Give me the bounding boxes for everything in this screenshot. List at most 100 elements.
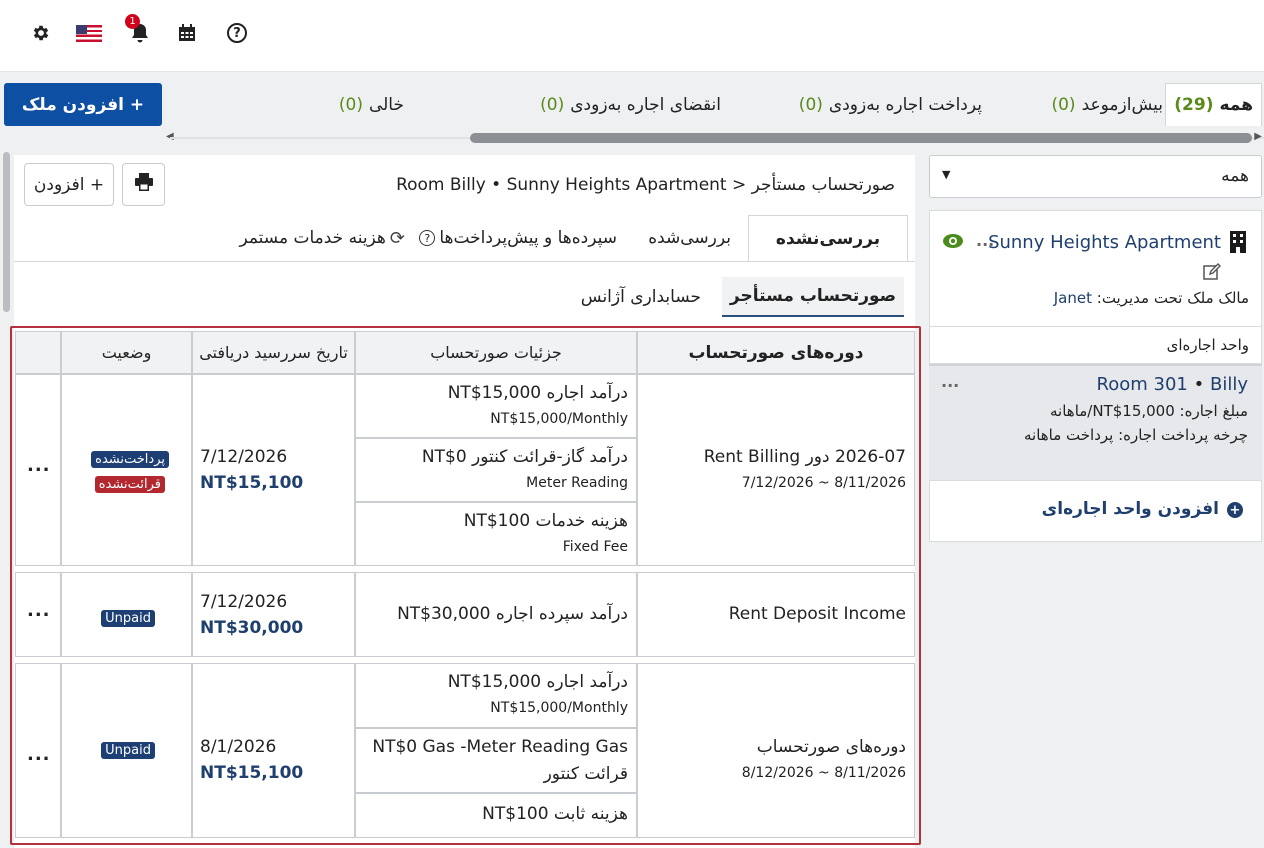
add-property-button[interactable]: + افزودن ملک — [4, 83, 162, 126]
detail-line-title: درآمد گاز-قرائت کنتور NT$0 — [421, 447, 628, 467]
tab-unreviewed[interactable]: بررسی‌نشده — [748, 215, 908, 261]
due-date: 8/1/2026 — [200, 737, 277, 757]
property-name-link[interactable]: Sunny Heights Apartment — [988, 232, 1221, 253]
table-header-actions — [15, 331, 61, 374]
period-title: 2026-07 دور Rent Billing — [703, 447, 906, 467]
tabs-divider — [14, 261, 915, 262]
due-date: 7/12/2026 — [200, 592, 288, 612]
filter-tab-all[interactable]: همه (29) — [1165, 83, 1262, 126]
unit-tenant: Billy — [1209, 374, 1248, 395]
detail-line-sub: قرائت کنتور — [543, 764, 628, 784]
scrollbar-thumb[interactable] — [470, 133, 1252, 143]
help-circle-icon[interactable]: ? — [419, 230, 436, 246]
due-amount: NT$15,100 — [200, 473, 304, 493]
period-title: Rent Deposit Income — [728, 604, 906, 624]
more-options-icon[interactable]: ... — [27, 600, 51, 621]
row-period-cell: 2026-07 دور Rent Billing 7/12/2026 ~ 8/1… — [637, 374, 915, 566]
owner-link[interactable]: Janet — [1054, 289, 1092, 307]
scroll-right-icon[interactable]: ▶ — [1254, 131, 1262, 142]
filter-tab-label: بیش‌ازموعد — [1081, 94, 1163, 115]
unit-more-icon[interactable]: ... — [941, 372, 959, 391]
row-due-cell: 7/12/2026 NT$30,000 — [192, 572, 355, 657]
us-flag-icon[interactable] — [76, 20, 102, 46]
building-icon — [1229, 231, 1247, 257]
status-badge-unread: قرائت‌نشده — [94, 476, 165, 493]
rental-unit-item[interactable]: Room 301 • Billy ... مبلغ اجاره: NT$15,0… — [929, 364, 1262, 480]
detail-line-title: درآمد سپرده اجاره NT$30,000 — [397, 604, 628, 624]
notification-count-badge: 1 — [125, 14, 140, 29]
table-header-periods: دوره‌های صورتحساب — [637, 331, 915, 374]
row-status-cell: Unpaid — [61, 663, 192, 838]
more-options-icon[interactable]: ... — [27, 455, 51, 476]
eye-icon[interactable] — [942, 233, 964, 253]
detail-line: درآمد سپرده اجاره NT$30,000 — [355, 572, 637, 657]
filter-tab-lease-expiring[interactable]: انقضای اجاره به‌زودی (0) — [540, 83, 721, 126]
detail-line: درآمد اجاره NT$15,000 NT$15,000/Monthly — [355, 663, 637, 728]
property-card[interactable]: Sunny Heights Apartment ... مالک ملک تحت… — [929, 210, 1262, 327]
filter-tab-label: همه — [1219, 95, 1254, 115]
more-options-icon[interactable]: ... — [27, 744, 51, 765]
detail-line-title: درآمد اجاره NT$15,000 — [447, 672, 628, 692]
unit-title[interactable]: Room 301 • Billy — [1097, 374, 1248, 395]
row-actions-cell: ... — [15, 374, 61, 566]
filter-tab-overdue[interactable]: بیش‌ازموعد (0) — [1051, 83, 1163, 126]
add-button[interactable]: + افزودن — [24, 163, 114, 206]
period-title: دوره‌های صورتحساب — [756, 737, 906, 757]
detail-line-title: درآمد اجاره NT$15,000 — [447, 383, 628, 403]
period-range: 7/12/2026 ~ 8/11/2026 — [741, 475, 906, 491]
detail-line-title: هزینه خدمات NT$100 — [463, 511, 628, 531]
row-period-cell: Rent Deposit Income — [637, 572, 915, 657]
filter-tab-label: پرداخت اجاره به‌زودی — [828, 94, 982, 115]
filter-tab-vacant[interactable]: خالی (0) — [339, 83, 404, 126]
filter-tab-count: (0) — [798, 94, 823, 115]
vertical-scrollbar[interactable] — [3, 152, 10, 312]
property-filter-select[interactable]: ▼ همه — [929, 155, 1262, 198]
rental-unit-heading: واحد اجاره‌ای — [1166, 336, 1249, 354]
property-more-icon[interactable]: ... — [976, 231, 994, 250]
calendar-icon[interactable] — [174, 20, 200, 46]
subtab-agency-accounting[interactable]: حسابداری آژانس — [581, 277, 701, 317]
select-value: همه — [1221, 166, 1249, 186]
due-date: 7/12/2026 — [200, 447, 288, 467]
detail-line: درآمد اجاره NT$15,000 NT$15,000/Monthly — [355, 374, 637, 438]
breadcrumb: صورتحساب مستأجر < Room Billy • Sunny Hei… — [396, 175, 895, 195]
edit-icon[interactable] — [1203, 263, 1221, 284]
top-bar: 1 ? — [0, 0, 1264, 72]
plus-circle-icon: + — [1227, 502, 1243, 518]
tab-deposits-label: سپرده‌ها و پیش‌پرداخت‌ها — [439, 228, 617, 248]
managed-owner-line: مالک ملک تحت مدیریت: Janet — [1054, 289, 1249, 307]
unit-payment-cycle: چرخه پرداخت اجاره: پرداخت ماهانه — [1023, 426, 1248, 444]
detail-line: NT$0 Gas -Meter Reading Gas قرائت کنتور — [355, 728, 637, 793]
gear-icon[interactable] — [28, 20, 54, 46]
detail-line-sub: NT$15,000/Monthly — [490, 411, 628, 427]
subtab-tenant-billing[interactable]: صورتحساب مستأجر — [722, 277, 904, 317]
filter-tab-count: (0) — [1051, 94, 1076, 115]
managed-owner-label: مالک ملک تحت مدیریت: — [1096, 289, 1249, 307]
filter-tab-count: (0) — [540, 94, 565, 115]
row-status-cell: پرداخت‌نشده قرائت‌نشده — [61, 374, 192, 566]
table-header-status: وضعیت — [61, 331, 192, 374]
detail-line: هزینه خدمات NT$100 Fixed Fee — [355, 502, 637, 566]
rental-unit-header: واحد اجاره‌ای — [929, 327, 1262, 364]
status-badge-unpaid: پرداخت‌نشده — [91, 451, 169, 468]
caret-down-icon: ▼ — [942, 168, 951, 181]
row-actions-cell: ... — [15, 663, 61, 838]
tab-deposits[interactable]: سپرده‌ها و پیش‌پرداخت‌ها ? — [419, 215, 617, 261]
filter-tab-rent-due-soon[interactable]: پرداخت اجاره به‌زودی (0) — [799, 83, 982, 126]
row-due-cell: 8/1/2026 NT$15,100 — [192, 663, 355, 838]
add-rental-unit-button[interactable]: + افزودن واحد اجاره‌ای — [929, 480, 1262, 542]
status-badge-unpaid: Unpaid — [101, 610, 155, 627]
table-header-due-date: تاریخ سررسید دریافتی — [192, 331, 355, 374]
filter-tab-count: (29) — [1174, 95, 1214, 115]
tab-recurring-label: هزینه خدمات مستمر — [239, 228, 386, 248]
filter-tabs-scrollbar[interactable]: ◀ ▶ — [166, 131, 1264, 145]
row-status-cell: Unpaid — [61, 572, 192, 657]
due-amount: NT$30,000 — [200, 618, 304, 638]
add-rental-unit-label: افزودن واحد اجاره‌ای — [1041, 499, 1219, 519]
tab-reviewed[interactable]: بررسی‌شده — [648, 215, 731, 261]
row-due-cell: 7/12/2026 NT$15,100 — [192, 374, 355, 566]
refresh-icon: ⟳ — [389, 227, 405, 249]
print-button[interactable] — [122, 163, 165, 206]
tab-recurring-fees[interactable]: ⟳ هزینه خدمات مستمر — [239, 215, 405, 261]
help-circle-icon[interactable]: ? — [224, 20, 250, 46]
